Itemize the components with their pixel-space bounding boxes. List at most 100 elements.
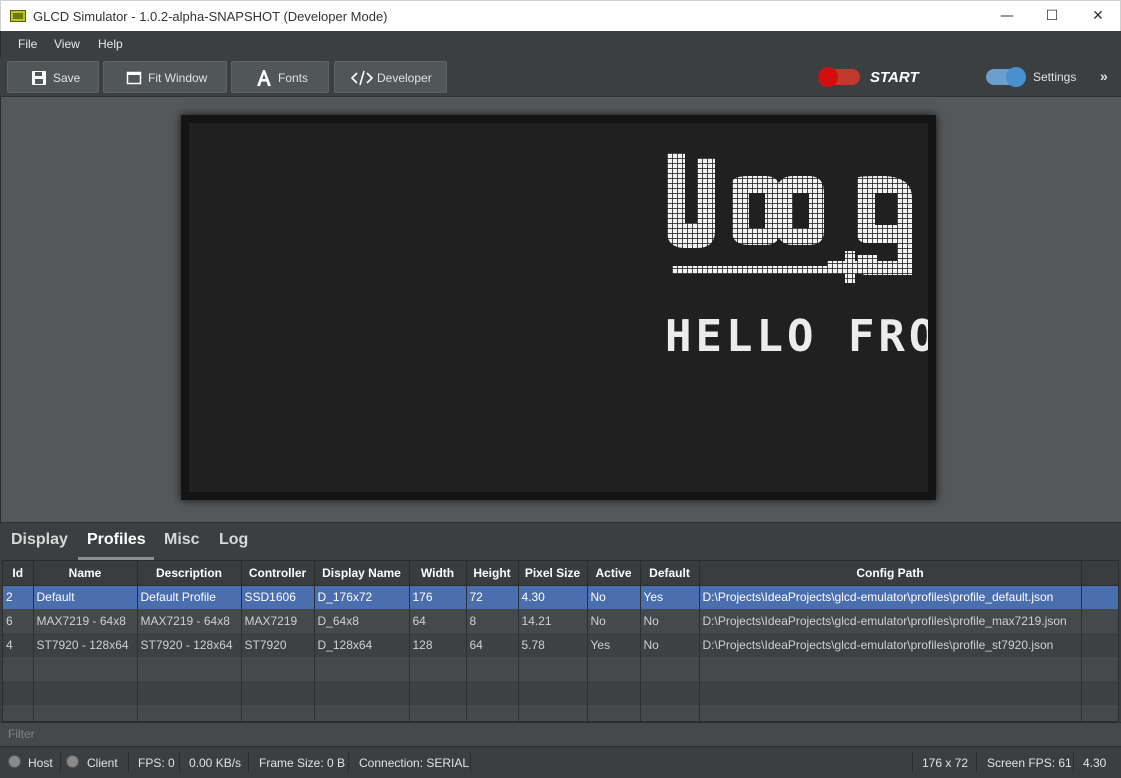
table-cell: [137, 657, 242, 681]
table-row[interactable]: [3, 657, 1118, 681]
client-label: Client: [87, 756, 118, 770]
table-cell: 14.21: [518, 609, 588, 633]
table-cell: No: [587, 609, 641, 633]
column-header[interactable]: Display Name: [314, 561, 410, 586]
column-header[interactable]: Width: [409, 561, 467, 586]
table-cell: ST7920 - 128x64: [137, 633, 242, 657]
column-header[interactable]: Config Path: [699, 561, 1082, 586]
fit-window-button[interactable]: Fit Window: [103, 61, 227, 93]
table-cell: [3, 705, 34, 721]
font-icon: [257, 70, 271, 86]
filter-placeholder: Filter: [8, 727, 35, 741]
save-button[interactable]: Save: [7, 61, 99, 93]
table-cell: [518, 705, 588, 721]
menu-help[interactable]: Help: [98, 37, 123, 51]
screen-fps-readout: Screen FPS: 61: [987, 756, 1072, 770]
table-cell: [466, 681, 519, 705]
table-cell: [314, 681, 410, 705]
column-header[interactable]: Active: [587, 561, 641, 586]
table-cell: [314, 657, 410, 681]
table-cell: [640, 657, 700, 681]
menu-file[interactable]: File: [18, 37, 37, 51]
divider: [179, 752, 180, 772]
tab-profiles[interactable]: Profiles: [87, 531, 146, 549]
table-cell: [699, 681, 1082, 705]
table-cell: D:\Projects\IdeaProjects\glcd-emulator\p…: [699, 633, 1082, 657]
start-toggle[interactable]: [818, 67, 860, 87]
table-cell: 5.78: [518, 633, 588, 657]
table-cell: [587, 657, 641, 681]
table-cell: [466, 657, 519, 681]
table-row[interactable]: 4 ST7920 - 128x64 ST7920 - 128x64 ST7920 D_1…: [3, 633, 1118, 657]
code-icon: [351, 70, 373, 86]
table-cell: 72: [466, 585, 519, 609]
table-cell: MAX7219 - 64x8: [137, 609, 242, 633]
column-header[interactable]: Pixel Size: [518, 561, 588, 586]
filter-input[interactable]: Filter: [0, 722, 1121, 746]
developer-button[interactable]: Developer: [334, 61, 447, 93]
tab-display[interactable]: Display: [11, 531, 68, 549]
table-cell: [1081, 585, 1118, 609]
maximize-button[interactable]: ☐: [1029, 1, 1075, 32]
table-row[interactable]: 2 Default Default Profile SSD1606 D_176x72 17…: [3, 585, 1118, 609]
menu-view[interactable]: View: [54, 37, 80, 51]
table-row[interactable]: [3, 705, 1118, 721]
table-cell: [33, 657, 138, 681]
pixel-size-readout: 4.30: [1083, 756, 1107, 770]
menu-bar: File View Help: [0, 31, 1121, 57]
column-header[interactable]: Name: [33, 561, 138, 586]
window-icon: [126, 71, 142, 85]
table-cell: [241, 681, 315, 705]
table-row[interactable]: 6 MAX7219 - 64x8 MAX7219 - 64x8 MAX7219 D_64…: [3, 609, 1118, 633]
profiles-table[interactable]: Id Name Description Controller Display Name W…: [2, 560, 1119, 722]
app-icon: [10, 10, 26, 22]
table-cell: [518, 681, 588, 705]
resolution-readout: 176 x 72: [922, 756, 969, 770]
table-cell: D_128x64: [314, 633, 410, 657]
column-header-filler: [1081, 561, 1118, 586]
close-button[interactable]: ✕: [1075, 1, 1121, 32]
fonts-button[interactable]: Fonts: [231, 61, 329, 93]
column-header[interactable]: Controller: [241, 561, 315, 586]
table-cell: [137, 681, 242, 705]
client-status-icon: [66, 755, 79, 768]
host-label: Host: [28, 756, 53, 770]
tab-log[interactable]: Log: [219, 531, 248, 549]
connection-readout: Connection: SERIAL: [359, 756, 470, 770]
tab-misc[interactable]: Misc: [164, 531, 200, 549]
frame-size-readout: Frame Size: 0 B: [259, 756, 346, 770]
table-row[interactable]: [3, 681, 1118, 705]
chevron-double-right-icon[interactable]: »: [1100, 68, 1108, 84]
table-cell: 176: [409, 585, 467, 609]
column-header[interactable]: Id: [3, 561, 34, 586]
table-cell: [1081, 609, 1118, 633]
lcd-text: HELLO FRO: [665, 311, 928, 362]
title-bar: GLCD Simulator - 1.0.2-alpha-SNAPSHOT (D…: [0, 0, 1121, 31]
table-cell: ST7920: [241, 633, 315, 657]
start-label[interactable]: START: [870, 69, 919, 86]
minimize-button[interactable]: —: [984, 1, 1030, 32]
rate-readout: 0.00 KB/s: [189, 756, 242, 770]
divider: [128, 752, 129, 772]
table-cell: 4: [3, 633, 34, 657]
table-cell: [241, 657, 315, 681]
table-cell: [1081, 681, 1118, 705]
fps-readout: FPS: 0: [138, 756, 175, 770]
column-header[interactable]: Default: [640, 561, 700, 586]
column-header[interactable]: Height: [466, 561, 519, 586]
divider: [976, 752, 977, 772]
fonts-label: Fonts: [278, 71, 309, 85]
table-cell: [409, 705, 467, 721]
settings-label[interactable]: Settings: [1033, 70, 1076, 84]
column-header[interactable]: Description: [137, 561, 242, 586]
table-cell: 4.30: [518, 585, 588, 609]
table-cell: D:\Projects\IdeaProjects\glcd-emulator\p…: [699, 585, 1082, 609]
table-cell: [241, 705, 315, 721]
table-cell: [409, 681, 467, 705]
table-cell: [640, 705, 700, 721]
table-cell: MAX7219: [241, 609, 315, 633]
settings-toggle[interactable]: [986, 67, 1026, 87]
table-cell: [137, 705, 242, 721]
table-cell: No: [640, 609, 700, 633]
table-cell: [699, 705, 1082, 721]
